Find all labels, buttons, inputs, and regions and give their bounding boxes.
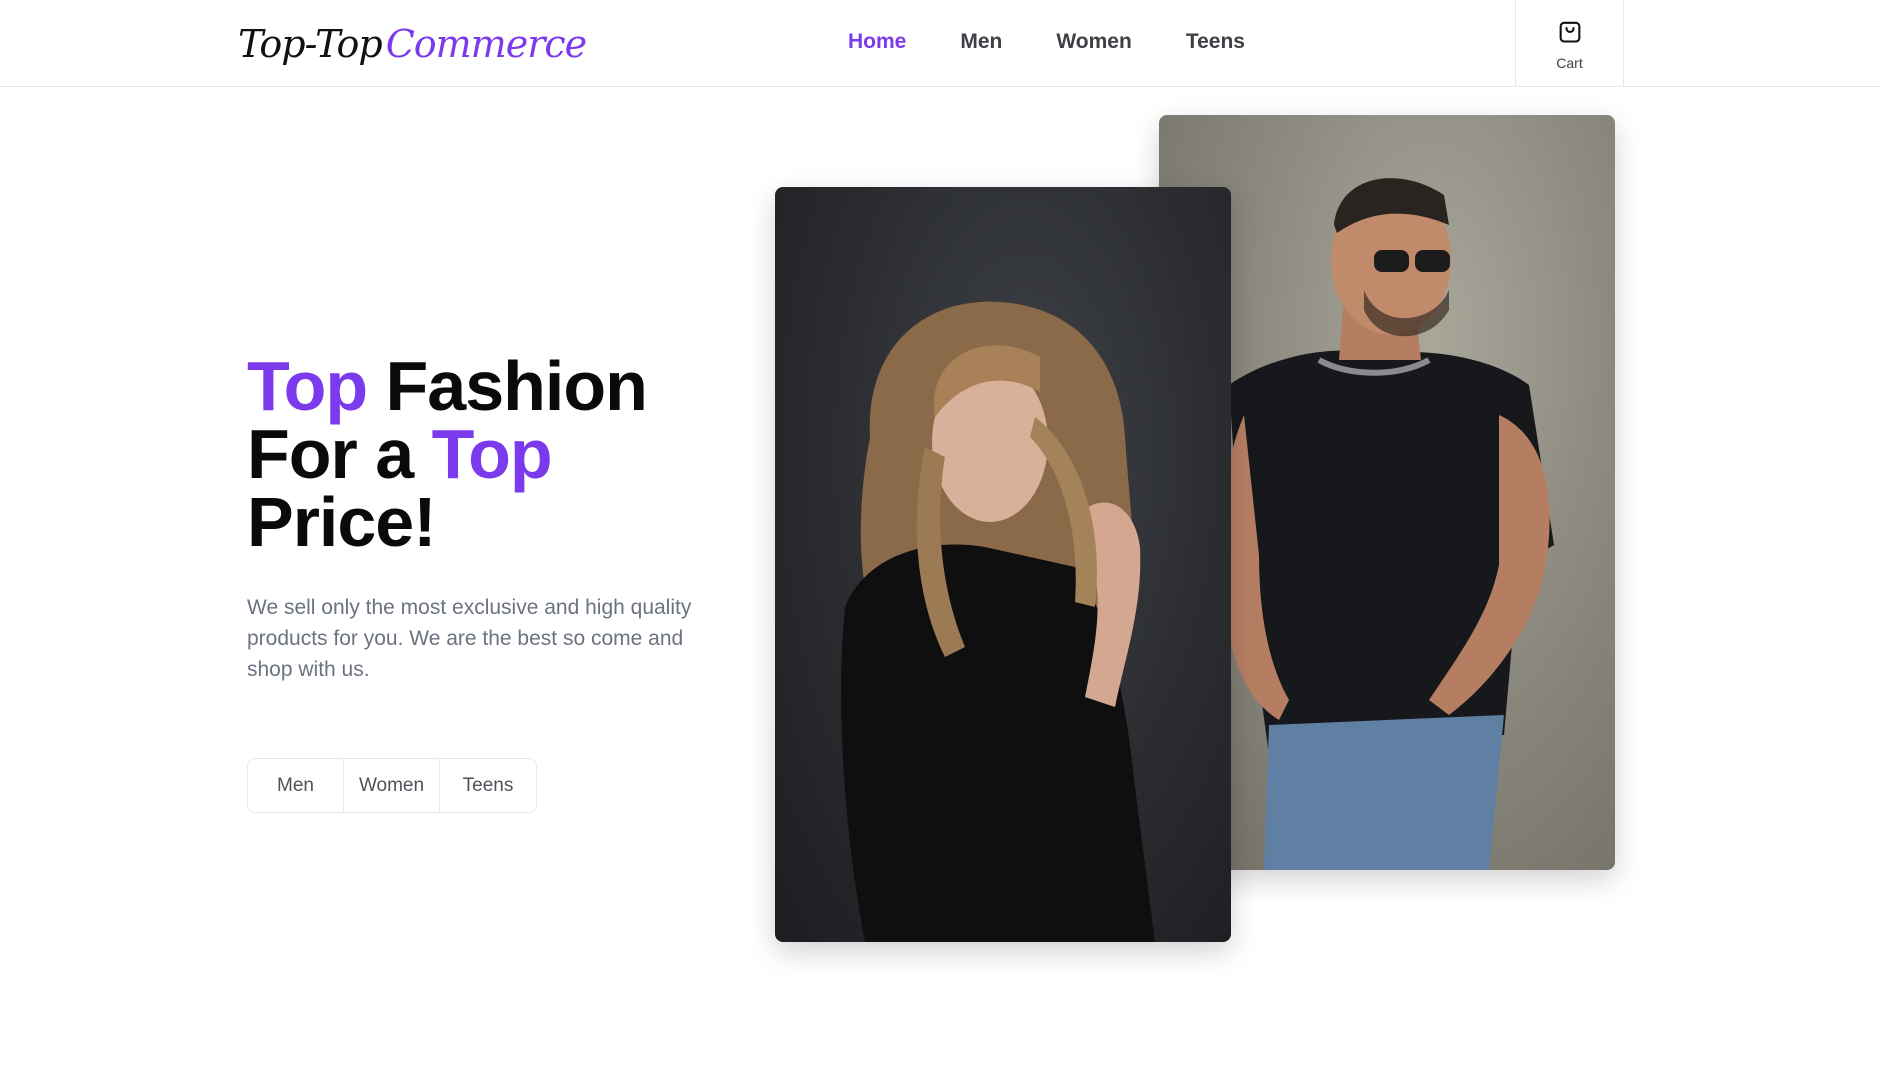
- category-button-men[interactable]: Men: [248, 759, 344, 812]
- main-nav: Home Men Women Teens: [848, 24, 1299, 60]
- headline-accent-2: Top: [431, 415, 553, 493]
- cart-button[interactable]: Cart: [1515, 0, 1624, 87]
- nav-link-men[interactable]: Men: [960, 24, 1002, 60]
- shopping-bag-icon: [1556, 17, 1584, 50]
- nav-link-teens[interactable]: Teens: [1186, 24, 1245, 60]
- hero-description: We sell only the most exclusive and high…: [247, 596, 692, 681]
- brand-logo-part1: Top-Top: [238, 22, 383, 66]
- category-button-teens[interactable]: Teens: [440, 759, 536, 812]
- headline-text-2: For a: [247, 415, 432, 493]
- brand-logo[interactable]: Top-Top Commerce: [238, 14, 587, 74]
- headline-text-3: Price!: [247, 483, 437, 561]
- site-header: Top-Top Commerce Home Men Women Teens Ca…: [0, 0, 1880, 87]
- headline-accent-1: Top: [247, 347, 368, 425]
- nav-link-women[interactable]: Women: [1056, 24, 1131, 60]
- headline-text-1: Fashion: [367, 347, 648, 425]
- hero-headline: Top Fashion For a Top Price!: [247, 351, 767, 557]
- nav-link-home[interactable]: Home: [848, 24, 906, 60]
- category-button-group: Men Women Teens: [247, 758, 537, 813]
- category-button-women[interactable]: Women: [344, 759, 440, 812]
- cart-label: Cart: [1556, 54, 1583, 71]
- hero-image-woman: [775, 187, 1231, 942]
- brand-logo-part2: Commerce: [385, 22, 587, 66]
